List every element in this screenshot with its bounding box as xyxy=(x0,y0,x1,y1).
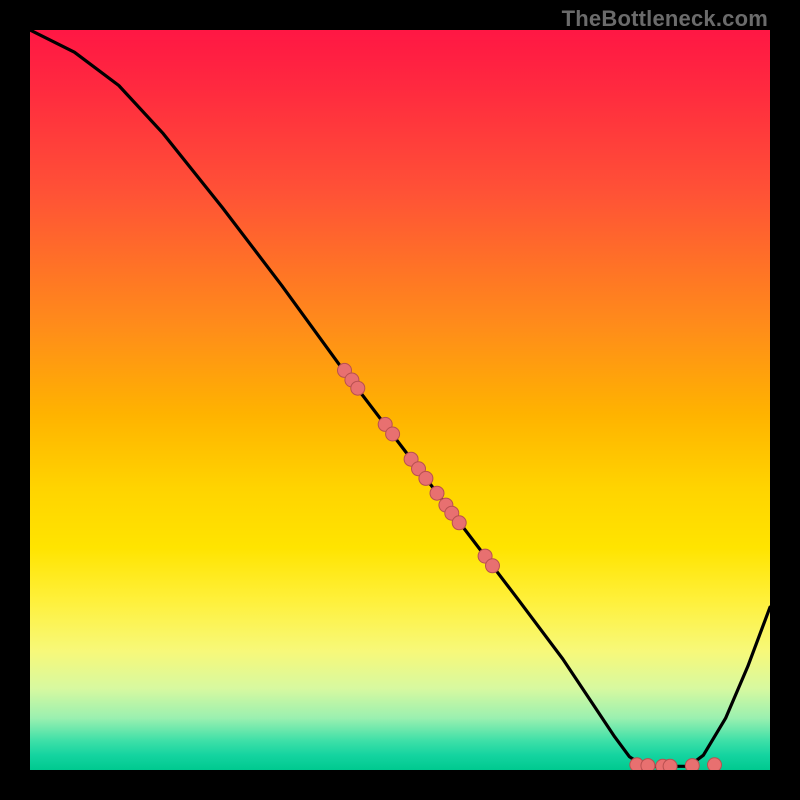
plot-svg xyxy=(30,30,770,770)
data-marker xyxy=(685,759,699,770)
data-marker xyxy=(452,516,466,530)
data-marker xyxy=(351,381,365,395)
data-marker xyxy=(430,486,444,500)
data-marker xyxy=(663,759,677,770)
bottleneck-curve xyxy=(30,30,770,766)
watermark-text: TheBottleneck.com xyxy=(562,6,768,32)
data-marker xyxy=(486,559,500,573)
data-marker xyxy=(419,471,433,485)
data-marker xyxy=(641,759,655,770)
data-marker xyxy=(386,427,400,441)
curve-markers xyxy=(338,363,722,770)
plot-area xyxy=(30,30,770,770)
data-marker xyxy=(708,758,722,770)
